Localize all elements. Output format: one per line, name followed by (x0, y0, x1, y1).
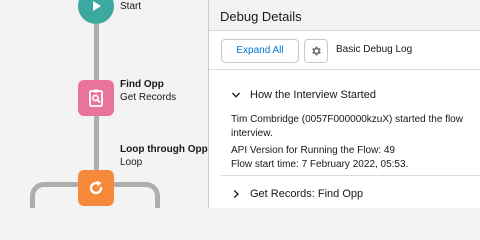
gear-icon (312, 46, 321, 56)
loop-node-label: Loop through Opps Loop (120, 143, 208, 169)
section-divider (221, 175, 480, 176)
flow-start-time: Flow start time: 7 February 2022, 05:53. (231, 158, 409, 170)
play-icon (93, 1, 101, 11)
panel-title: Debug Details (220, 9, 302, 24)
loop-icon (89, 180, 103, 195)
loop-type: Loop (120, 157, 143, 168)
start-node-label: Start (120, 0, 141, 13)
debug-settings-button[interactable] (304, 39, 328, 63)
debug-details-panel: Debug Details Expand All Basic Debug Log… (208, 0, 480, 208)
chevron-right-icon (231, 189, 241, 199)
section-title: How the Interview Started (250, 89, 376, 101)
section-body-how-interview-started: Tim Combridge (0057F000000kzuX) started … (209, 113, 480, 171)
loop-title: Loop through Opps (120, 144, 208, 155)
get-records-node[interactable] (78, 80, 114, 116)
loop-node[interactable] (78, 170, 114, 206)
panel-header: Debug Details (209, 0, 480, 31)
section-header-get-records-find-opp[interactable]: Get Records: Find Opp (209, 185, 480, 203)
get-records-type: Get Records (120, 92, 177, 103)
debug-log-level: Basic Debug Log (336, 44, 413, 55)
expand-all-button[interactable]: Expand All (221, 39, 299, 63)
flow-canvas[interactable]: Start Find Opp Get Records Loop through … (0, 0, 208, 208)
section-get-records-find-opp: Get Records: Find Opp (209, 185, 480, 203)
connector-start-to-get-records (94, 24, 99, 80)
start-label: Start (120, 1, 142, 12)
get-records-node-label: Find Opp Get Records (120, 78, 176, 104)
get-records-title: Find Opp (120, 79, 164, 90)
section-how-interview-started: How the Interview Started Tim Combridge … (209, 86, 480, 171)
section-title: Get Records: Find Opp (250, 188, 364, 200)
connector-get-records-to-loop (94, 116, 99, 170)
section-header-how-interview-started[interactable]: How the Interview Started (209, 86, 480, 104)
api-version: API Version for Running the Flow: 49 (231, 145, 395, 156)
interview-started-by: Tim Combridge (0057F000000kzuX) started … (231, 114, 463, 139)
search-records-icon (89, 89, 103, 107)
start-node[interactable] (78, 0, 114, 24)
debug-toolbar: Expand All Basic Debug Log (209, 31, 480, 70)
chevron-down-icon (231, 90, 241, 100)
